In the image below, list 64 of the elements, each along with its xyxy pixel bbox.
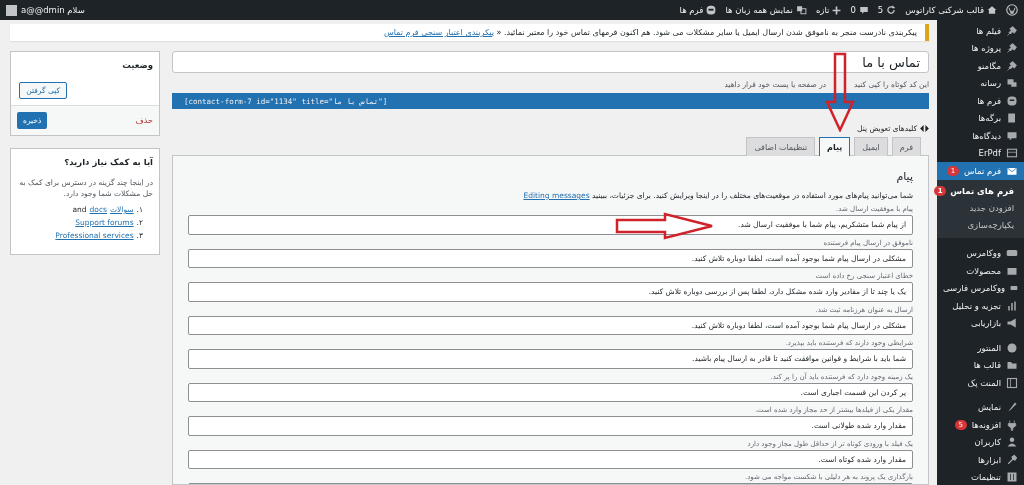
comment-icon [858, 5, 869, 15]
layout-icon [1006, 376, 1018, 389]
menu-item[interactable]: نمایش [937, 398, 1024, 416]
notice-link[interactable]: پیکربندی اعتبار سنجی فرم تماس [383, 28, 494, 37]
box-title: وضعیت [121, 59, 154, 72]
tab[interactable]: فرم [891, 137, 921, 156]
forms-link[interactable]: فرم ها [679, 5, 717, 15]
submenu-item[interactable]: یکپارچه‌سازی [937, 216, 1024, 234]
circle-icon [1006, 341, 1018, 354]
tab[interactable]: پیام [819, 137, 851, 156]
form-icon [706, 5, 717, 15]
megaphone-icon [1006, 317, 1018, 330]
menu-item[interactable]: فیلم ها [937, 22, 1024, 40]
translate-icon [795, 5, 807, 15]
menu-item[interactable]: محصولات [937, 262, 1024, 280]
folder-icon [1006, 359, 1018, 372]
box-title: آیا به کمک نیاز دارید؟ [63, 156, 154, 170]
refresh-icon [886, 5, 897, 15]
menu-item[interactable]: تجزیه و تحلیل [937, 297, 1024, 315]
pin-icon [1006, 42, 1018, 55]
delete-link[interactable]: حذف [135, 116, 153, 125]
title-field[interactable]: تماس با ما [172, 51, 929, 73]
panel-heading: پیام [895, 170, 913, 183]
home-icon [987, 5, 997, 15]
media-icon [1006, 77, 1018, 90]
menu-item[interactable]: ErPdf [937, 144, 1024, 162]
menu-item[interactable]: ووکامرس [937, 244, 1024, 262]
page-icon [1006, 112, 1018, 125]
menu-item[interactable]: رسانه [937, 74, 1024, 92]
menu-item[interactable]: برگه‌ها [937, 109, 1024, 127]
menu-item[interactable]: المنتور [937, 339, 1024, 357]
avatar-icon [6, 4, 17, 16]
site-link[interactable]: قالب شرکتی کاراتوس [905, 5, 997, 15]
menu-item[interactable]: بازاریابی [937, 314, 1024, 332]
menu-item[interactable]: مگامنو [937, 57, 1024, 75]
menu-item[interactable]: فرم ها [937, 92, 1024, 110]
comments-link[interactable]: 0 [850, 5, 869, 15]
table-icon [1006, 147, 1018, 160]
plug-icon [1006, 418, 1018, 431]
menu-item[interactable]: ووکامرس فارسی [937, 279, 1024, 297]
plus-icon [832, 5, 842, 15]
menu-item[interactable]: پروژه ها [937, 39, 1024, 57]
menu-item[interactable]: ابزارها [937, 451, 1024, 469]
tab[interactable]: ایمیل [854, 137, 888, 156]
user-icon [1006, 436, 1018, 449]
bar-chart-icon [1006, 299, 1018, 312]
tab[interactable]: تنظیمات اضافی [746, 137, 816, 156]
pin-icon [1006, 24, 1018, 37]
account-link[interactable]: سلام a@@dmin [6, 4, 85, 16]
menu-item[interactable]: تنظیمات [937, 468, 1024, 485]
menu-item[interactable]: کاربران [937, 433, 1024, 451]
wordpress-logo-icon[interactable] [1006, 4, 1018, 16]
pin-icon [1006, 59, 1018, 72]
menu-item[interactable]: قالب ها [937, 356, 1024, 374]
new-link[interactable]: تازه [815, 5, 842, 15]
menu-item[interactable]: المنت پک [937, 374, 1024, 392]
menu-item[interactable]: دیدگاه‌ها [937, 127, 1024, 145]
comment-icon [1006, 129, 1018, 142]
languages-link[interactable]: نمایش همه زبان ها [725, 5, 807, 15]
form-icon [1006, 94, 1018, 107]
submenu-item[interactable]: افزودن جدید [937, 199, 1024, 217]
updates-link[interactable]: 5 [877, 5, 897, 15]
notice-text: پیکربندی نادرست منجر به ناموفق شدن ارسال ایمیل یا سایر مشکلات می شود. هم اکنون فرمهای تماس خود را معتبر نمائید. « پیکربندی اعتبار سنجی فرم تماس [383, 28, 917, 37]
left-right-arrows-icon [920, 125, 929, 132]
